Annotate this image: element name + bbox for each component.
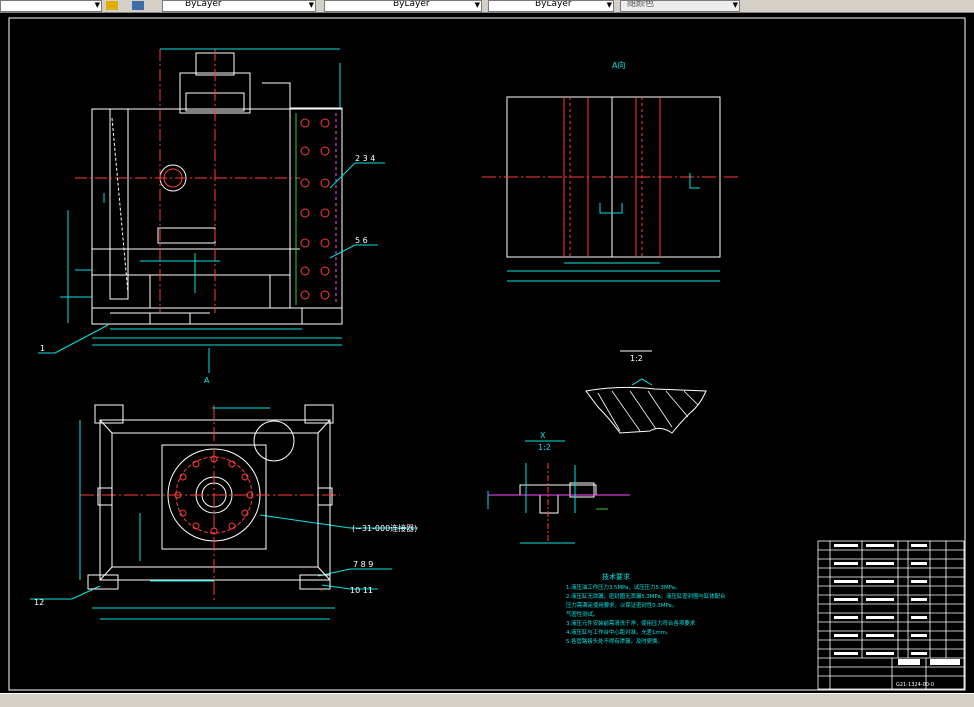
view-a-arrow-label: A (204, 376, 210, 385)
notes-line: 2.液压缸无泄漏，密封圈无泄漏5.3MPa，液压缸密封圈与缸体配合 (566, 592, 726, 600)
drawing-canvas[interactable]: 2 3 4 5 6 1 7 8 9 10 11 12 (~31-000连接器) … (0, 13, 974, 693)
status-bar (0, 693, 974, 707)
notes-line: 3.液压元件安装前需清洗干净，使用压力符合各项要求 (566, 619, 696, 627)
layer-previous-icon[interactable] (132, 1, 144, 10)
section-scale: 1:2 (630, 354, 643, 363)
title-block-fills (834, 544, 960, 665)
x-detail-view (487, 463, 630, 544)
x-detail-scale: 1:2 (538, 443, 551, 452)
lineweight-dropdown-label: ByLayer (535, 0, 572, 9)
chevron-down-icon[interactable]: ▼ (95, 1, 100, 10)
notes-line: 5.各管路接头处不得有渗漏，及时更换。 (566, 637, 663, 645)
plotstyle-dropdown-label: 随颜色 (627, 0, 655, 9)
notes-line: 4.液压缸与工作台中心距对准，允差1mm。 (566, 628, 671, 636)
chevron-down-icon[interactable]: ▼ (733, 1, 738, 10)
balloon-7-8-9: 7 8 9 (353, 560, 373, 569)
color-dropdown[interactable]: ByLayer ▼ (162, 0, 316, 12)
balloon-1: 1 (40, 344, 45, 353)
balloon-12: 12 (34, 598, 44, 607)
layer-dropdown-tail[interactable]: ▼ (0, 0, 102, 12)
linetype-dropdown-label: ByLayer (393, 0, 430, 9)
notes-title: 技术要求 (602, 572, 630, 581)
properties-toolbar: ▼ ByLayer ▼ ByLayer ▼ ByLayer ▼ 随颜色 ▼ (0, 0, 974, 13)
connector-label: (~31-000连接器) (352, 523, 417, 533)
x-detail-label: X (540, 431, 546, 440)
section-view (585, 378, 707, 434)
chevron-down-icon[interactable]: ▼ (475, 1, 480, 10)
linetype-dropdown[interactable]: ByLayer ▼ (324, 0, 482, 12)
view-a-title: A向 (612, 60, 625, 70)
plotstyle-dropdown[interactable]: 随颜色 ▼ (620, 0, 740, 12)
front-view (75, 49, 343, 325)
drawing-number: G21-1324-00-0 (896, 682, 934, 688)
balloon-2-3-4: 2 3 4 (355, 154, 375, 163)
notes-line: 压力需满足使用要求，以保证密封性0.3MPa。 (566, 601, 677, 609)
view-a (482, 96, 740, 282)
balloon-10-11: 10 11 (350, 586, 373, 595)
technical-notes: 技术要求 1.液压油工作压力3.5MPa，试压压力5.3MPa。 2.液压缸无泄… (566, 572, 726, 645)
top-view (79, 404, 340, 620)
chevron-down-icon[interactable]: ▼ (607, 1, 612, 10)
balloon-5-6: 5 6 (355, 236, 368, 245)
leaders (30, 162, 418, 600)
connector-circle (253, 420, 295, 462)
layer-states-icon[interactable] (106, 1, 118, 10)
notes-line: 气密性测试。 (566, 610, 598, 618)
drawing-border (8, 17, 966, 691)
chevron-down-icon[interactable]: ▼ (309, 1, 314, 10)
notes-line: 1.液压油工作压力3.5MPa，试压压力5.3MPa。 (566, 583, 680, 591)
front-bolt-column (295, 113, 337, 305)
color-dropdown-label: ByLayer (185, 0, 222, 9)
lineweight-dropdown[interactable]: ByLayer ▼ (488, 0, 614, 12)
cad-drawing: 2 3 4 5 6 1 7 8 9 10 11 12 (~31-000连接器) … (8, 17, 966, 691)
